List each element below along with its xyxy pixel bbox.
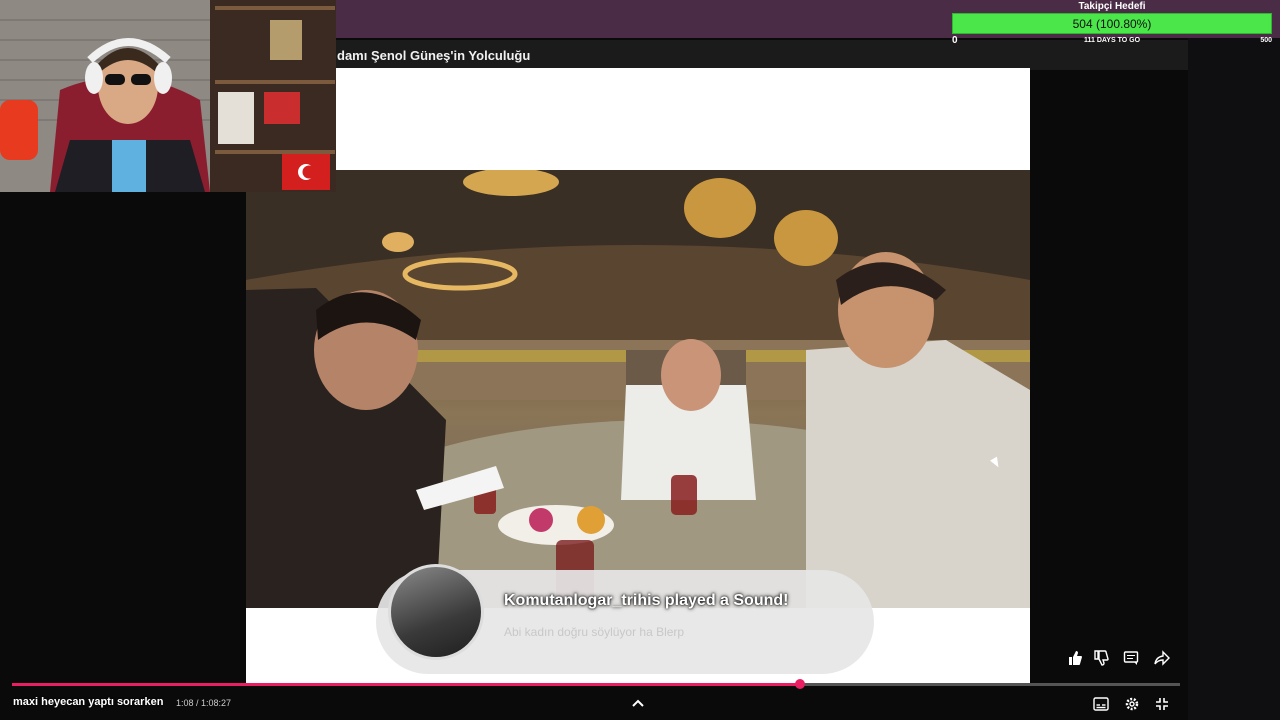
video-frame[interactable] (246, 170, 1030, 610)
chat-overlay-message: maxi heyecan yaptı sorarken (13, 696, 164, 708)
settings-icon[interactable] (1120, 692, 1144, 716)
time-display: 1:08 / 1:08:27 (176, 698, 232, 708)
share-icon[interactable] (1150, 646, 1174, 670)
goal-title: Takipçi Hedefi (1078, 1, 1146, 12)
alert-message: Abi kadın doğru söylüyor ha Blerp (504, 625, 685, 639)
comment-icon[interactable] (1119, 646, 1143, 670)
video-letterbox-top (246, 68, 1030, 170)
exit-fullscreen-icon[interactable] (1150, 692, 1174, 716)
follower-goal-widget: Takipçi Hedefi 504 (100.80%) 0 111 DAYS … (952, 0, 1272, 50)
right-panel (1188, 38, 1280, 720)
progress-played (12, 683, 801, 686)
video-scene-illustration (246, 170, 1030, 610)
dislike-icon[interactable] (1089, 646, 1113, 670)
goal-progress-bar: 504 (100.80%) (952, 13, 1272, 34)
like-icon[interactable] (1063, 646, 1087, 670)
video-title: damı Şenol Güneş'in Yolculuğu (337, 47, 531, 63)
alert-title: Komutanlogar_trihis played a Sound! (504, 592, 789, 609)
chevron-up-icon[interactable] (626, 692, 650, 716)
video-progress-bar[interactable] (12, 679, 1180, 689)
video-controls: 1:08 / 1:08:27 (0, 688, 1188, 720)
alert-avatar (388, 564, 484, 660)
goal-max: 500 (1260, 37, 1272, 44)
webcam-scene-illustration (0, 0, 336, 192)
goal-value: 504 (100.80%) (1072, 16, 1152, 31)
goal-days-remaining: 111 DAYS TO GO (1083, 37, 1141, 44)
subtitles-icon[interactable] (1089, 692, 1113, 716)
streamer-webcam (0, 0, 336, 192)
sound-alert: Komutanlogar_trihis played a Sound! Abi … (376, 564, 874, 674)
